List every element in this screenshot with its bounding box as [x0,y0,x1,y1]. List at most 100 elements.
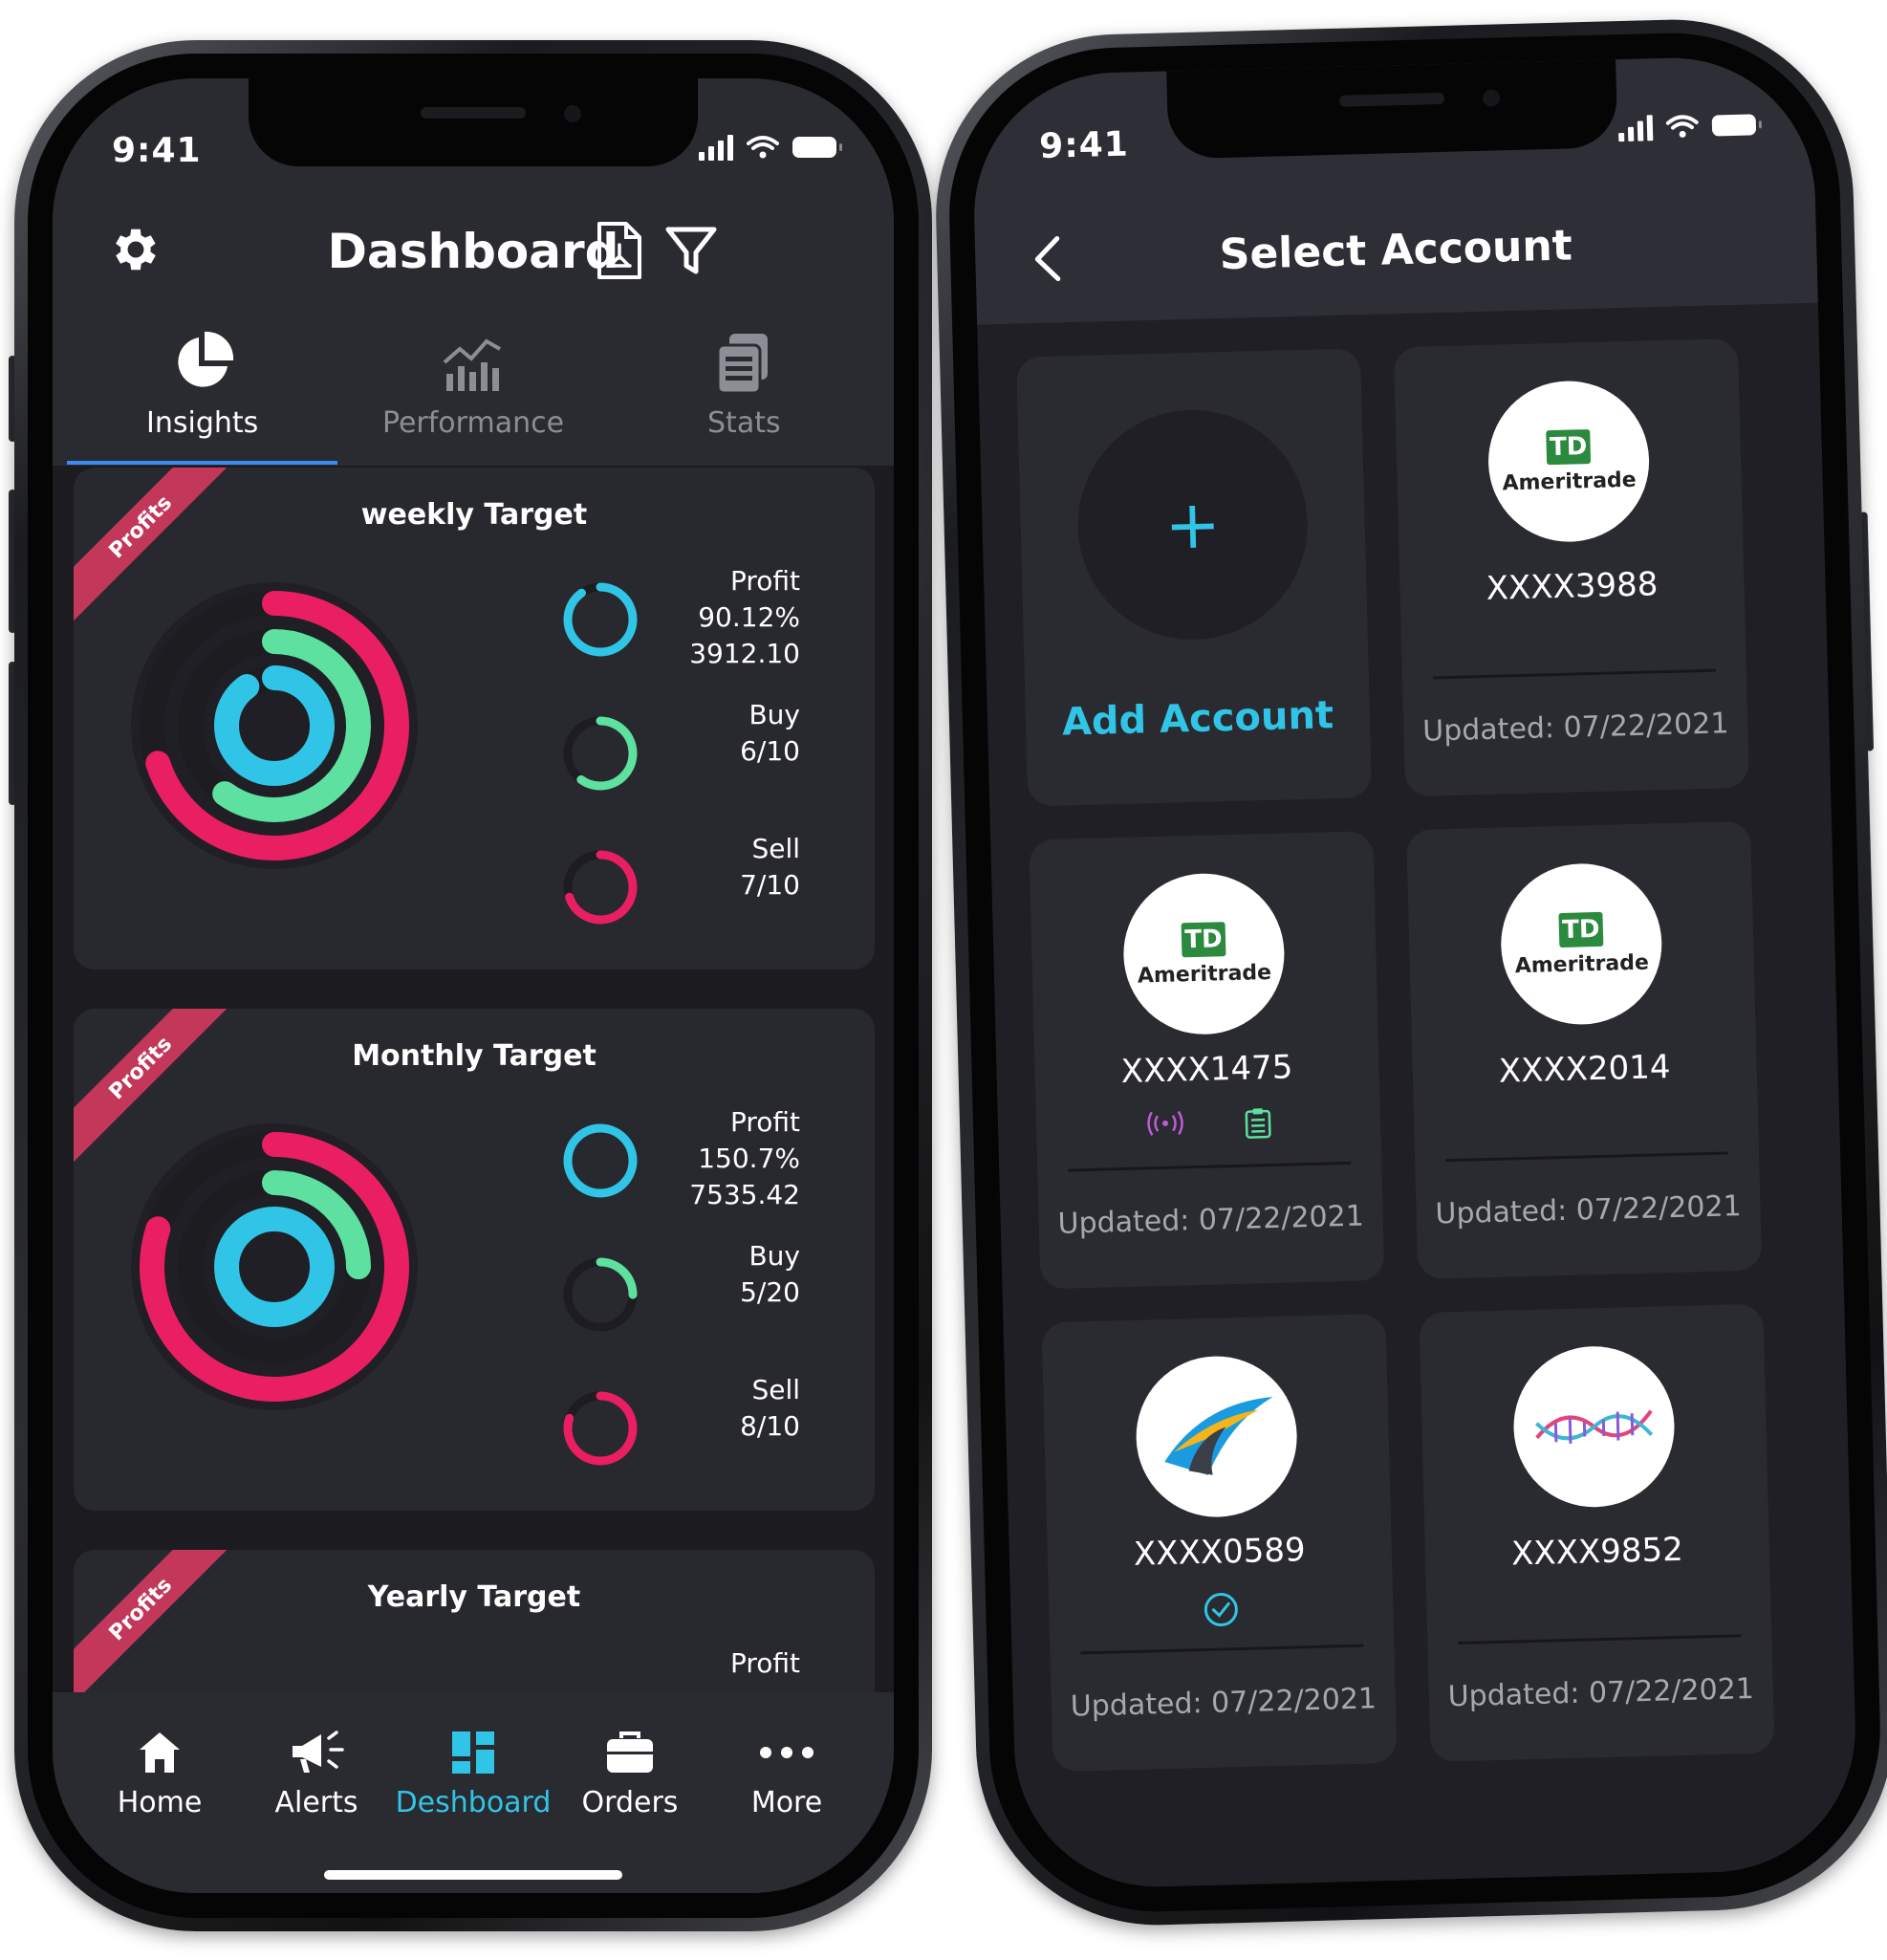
signal-icon [699,134,733,161]
signal-icon [1618,114,1654,142]
sell-ring [563,1391,638,1466]
accounts-grid: + Add Account TD Ameritrade XXXX3988 Upd… [977,302,1859,1891]
monthly-target-card[interactable]: Profits Monthly Target Profit 150.7% 753… [74,1009,875,1511]
briefcase-icon [607,1731,653,1773]
home-indicator [324,1870,622,1880]
pdf-export-icon[interactable] [596,220,643,281]
divider [1445,1151,1729,1163]
weekly-target-card[interactable]: Profits weekly Target Profit 90.12% 3912… [74,468,875,969]
sell-ring [563,850,638,925]
broadcast-icon [1147,1110,1183,1136]
account-badges [1036,1103,1381,1144]
profit-metric: Profit 150.7% 7535.42 [689,1104,800,1213]
clipboard-icon [1245,1108,1271,1139]
profits-ribbon: Profits [74,1550,243,1711]
wifi-icon [1665,115,1699,138]
add-account-card[interactable]: + Add Account [1016,348,1373,807]
tab-label: Performance [381,406,565,440]
rings-background [131,582,418,869]
tab-label: Stats [707,406,781,440]
card-title: Monthly Target [352,1039,596,1073]
tab-label: Insights [146,406,259,440]
stats-icon [716,334,769,395]
account-number: XXXX2014 [1498,1048,1672,1091]
profit-label: Profit [729,565,800,597]
buy-ring [563,716,638,791]
dashboard-tabs: Insights Performance Stats [67,317,879,465]
buy-label: Buy [748,699,800,730]
account-updated: Updated: 07/22/2021 [1070,1682,1377,1724]
buy-ring [563,1257,638,1332]
buy-metric: Buy 6/10 [740,697,800,770]
target-rings [131,1123,418,1410]
profit-mini-arc [563,582,638,657]
nav-home[interactable]: Home [81,1692,238,1893]
sell-label: Sell [751,833,800,864]
dashboard-screen: 9:41 Dashboard Insights Performance Stat… [53,78,894,1893]
bottom-navigation: Home Alerts Deshboard Orders More [53,1692,894,1893]
profit-percent: 150.7% [698,1143,800,1174]
profit-label: Profit [729,1647,800,1679]
profit-label: Profit [729,1106,800,1138]
account-card[interactable]: TD Ameritrade XXXX1475 Updated: 07/22/20… [1029,831,1385,1290]
dashboard-phone: 9:41 Dashboard Insights Performance Stat… [9,40,932,1931]
account-card[interactable]: TD Ameritrade XXXX3988 Updated: 07/22/20… [1393,338,1750,797]
battery-icon [1711,114,1757,137]
td-logo-mark: TD [1546,428,1592,465]
arrow-logo [1134,1354,1299,1519]
tab-insights[interactable]: Insights [67,317,338,465]
page-title: Dashboard [327,224,619,279]
account-card[interactable]: XXXX9852 Updated: 07/22/2021 [1419,1303,1775,1762]
nav-dashboard[interactable]: Deshboard [395,1692,552,1893]
account-updated: Updated: 07/22/2021 [1421,707,1729,749]
tab-performance[interactable]: Performance [337,317,608,461]
account-updated: Updated: 07/22/2021 [1057,1199,1365,1241]
filter-icon[interactable] [664,224,718,277]
select-account-phone: 9:41 Select Account + Add Account TD Ame… [931,14,1887,1930]
sell-metric: Sell 8/10 [740,1372,800,1445]
buy-metric: Buy 5/20 [740,1238,800,1311]
account-updated: Updated: 07/22/2021 [1447,1671,1755,1714]
dashboard-icon [452,1731,494,1774]
divider [1068,1161,1352,1172]
home-icon [140,1732,180,1773]
account-number: XXXX9852 [1510,1530,1684,1574]
profit-percent: 90.12% [698,601,800,633]
status-time: 9:41 [1038,124,1130,166]
nano-mrna-logo-icon [1535,1409,1654,1444]
megaphone-icon [293,1731,344,1773]
account-card[interactable]: XXXX0589 Updated: 07/22/2021 [1041,1313,1398,1773]
nav-alerts[interactable]: Alerts [238,1692,395,1893]
td-logo-mark: TD [1558,911,1604,947]
td-logo-text: Ameritrade [1514,950,1650,978]
profit-value: 3912.10 [689,638,800,669]
status-icons [1618,111,1757,142]
nano-mrna-logo [1511,1344,1677,1510]
td-logo-mark: TD [1181,921,1226,957]
tab-stats[interactable]: Stats [609,317,879,461]
bar-chart-icon [443,338,501,391]
sell-label: Sell [751,1374,800,1405]
account-card[interactable]: TD Ameritrade XXXX2014 Updated: 07/22/20… [1406,820,1763,1280]
nav-label: Home [117,1786,203,1819]
divider [1432,668,1716,680]
td-ameritrade-logo: TD Ameritrade [1499,861,1664,1027]
nav-orders[interactable]: Orders [552,1692,708,1893]
wifi-icon [747,136,779,159]
battery-icon [792,137,842,158]
check-circle-icon [1204,1593,1238,1627]
insights-content: Profits weekly Target Profit 90.12% 3912… [53,466,894,1893]
profit-mini-arc [563,1123,638,1198]
status-icons [699,134,842,161]
td-logo-text: Ameritrade [1502,468,1637,495]
nav-label: Alerts [274,1786,358,1819]
nav-label: Orders [581,1786,679,1819]
sell-value: 7/10 [740,869,800,901]
sell-metric: Sell 7/10 [740,831,800,904]
nav-more[interactable]: More [708,1692,865,1893]
notch [1166,59,1618,160]
target-rings [131,582,418,869]
nav-label: More [750,1786,823,1819]
notch [249,78,698,166]
rings-background [131,1123,418,1410]
